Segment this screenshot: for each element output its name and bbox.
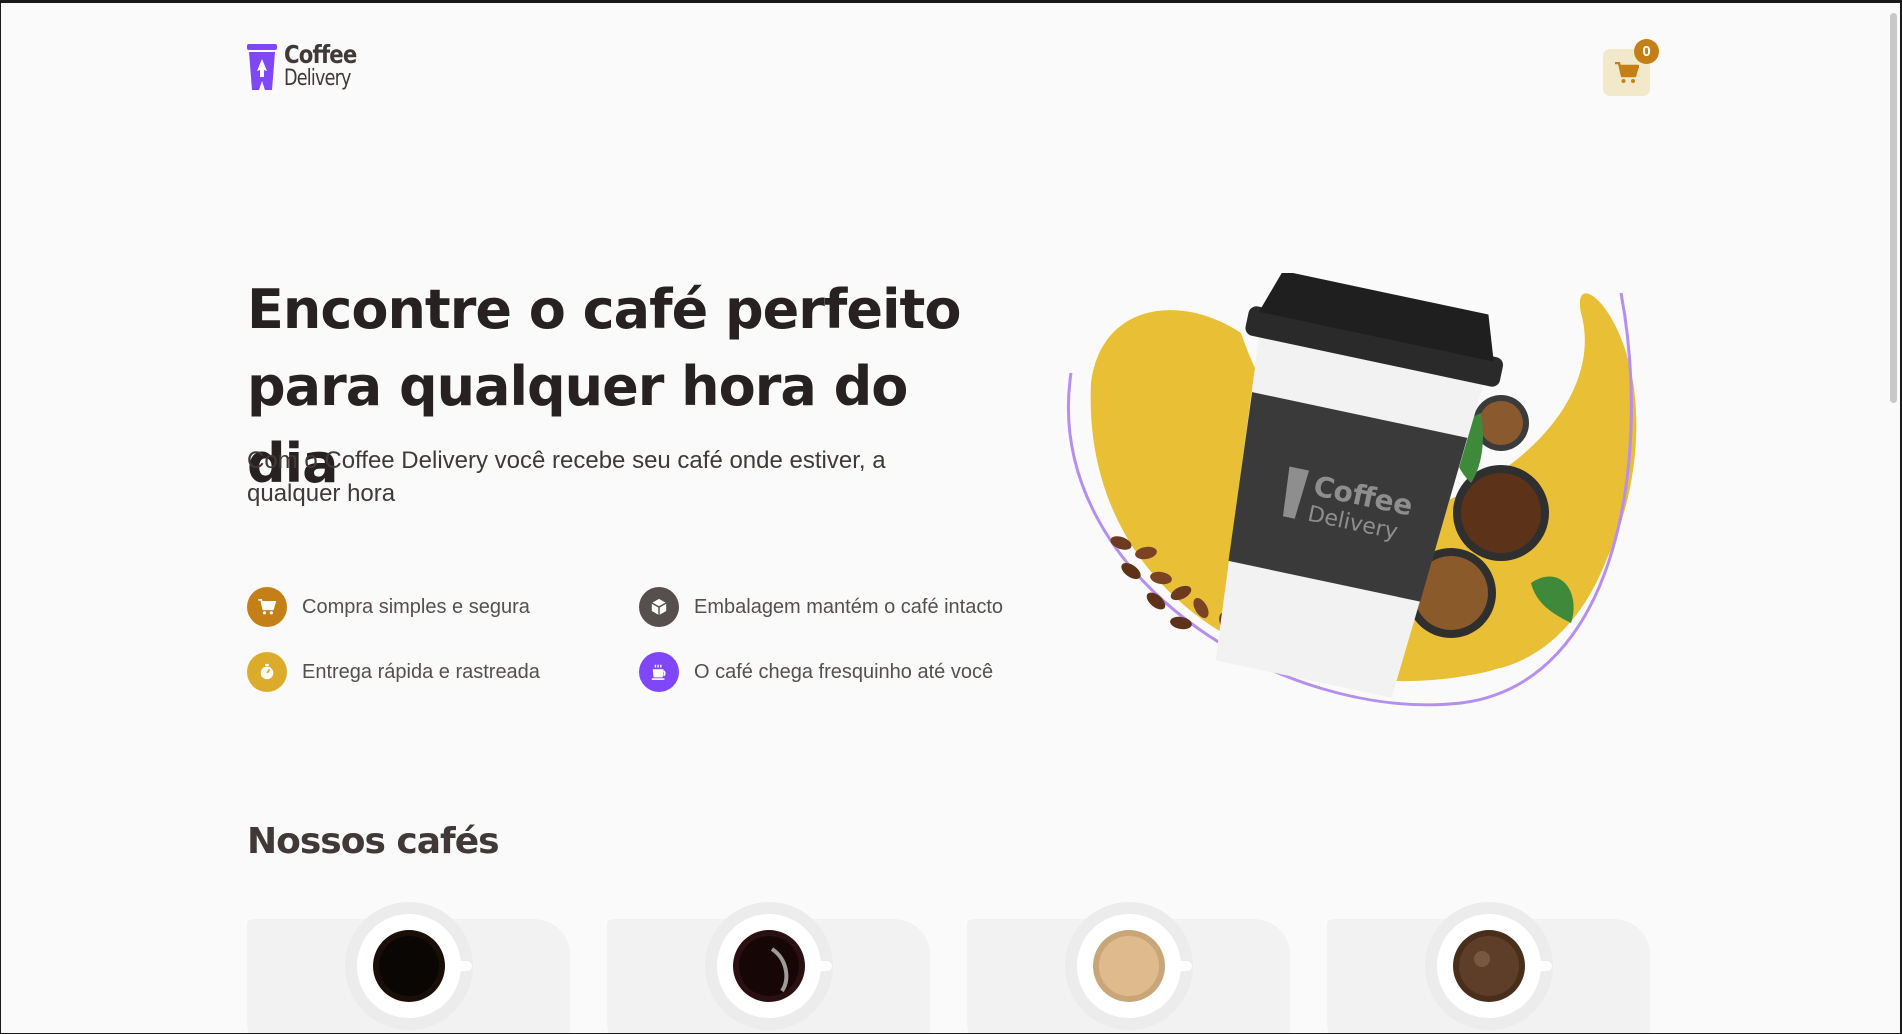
coffee-image [1424, 902, 1553, 1030]
header: Coffee Delivery 0 [247, 39, 1659, 98]
logo[interactable]: Coffee Delivery [247, 40, 369, 93]
cart-count-badge: 0 [1634, 39, 1659, 64]
cart-button[interactable]: 0 [1603, 39, 1659, 96]
hero-coffee-cup-image: Coffee Delivery [1067, 273, 1637, 707]
feature-label: O café chega fresquinho até você [694, 660, 994, 683]
hero-subtitle-line2: qualquer hora [247, 480, 396, 507]
coffee-image [704, 902, 833, 1030]
hero-title-line1: Encontre o café perfeito [247, 278, 961, 341]
feature-label: Embalagem mantém o café intacto [694, 595, 1004, 618]
logo-line2: Delivery [284, 66, 351, 91]
scrollbar[interactable] [1890, 13, 1897, 403]
coffee-card[interactable] [247, 902, 570, 1033]
hero-subtitle-line1: Com o Coffee Delivery você recebe seu ca… [247, 447, 886, 474]
feature-label: Entrega rápida e rastreada [302, 660, 540, 683]
coffee-card[interactable] [1327, 902, 1650, 1033]
feature-label: Compra simples e segura [302, 595, 530, 618]
coffee-card[interactable] [607, 902, 930, 1033]
page: Coffee Delivery 0 Encontre o café perfei… [1, 3, 1900, 1033]
feature-item: O café chega fresquinho até você [639, 652, 993, 692]
feature-item: Compra simples e segura [247, 587, 530, 627]
cart-icon [247, 587, 287, 627]
coffee-card[interactable] [967, 902, 1290, 1033]
coffee-icon [639, 652, 679, 692]
catalog-title: Nossos cafés [247, 821, 500, 862]
feature-item: Embalagem mantém o café intacto [639, 587, 1003, 627]
logo-text: Coffee Delivery [284, 40, 369, 91]
coffee-image [344, 902, 473, 1030]
logo-cup-icon [247, 44, 277, 90]
coffee-image [1064, 902, 1193, 1030]
feature-item: Entrega rápida e rastreada [247, 652, 540, 692]
hero-subtitle: Com o Coffee Delivery você recebe seu ca… [247, 444, 947, 510]
logo-line1: Coffee [284, 40, 357, 69]
package-icon [639, 587, 679, 627]
timer-icon [247, 652, 287, 692]
cart-icon [1614, 61, 1639, 83]
